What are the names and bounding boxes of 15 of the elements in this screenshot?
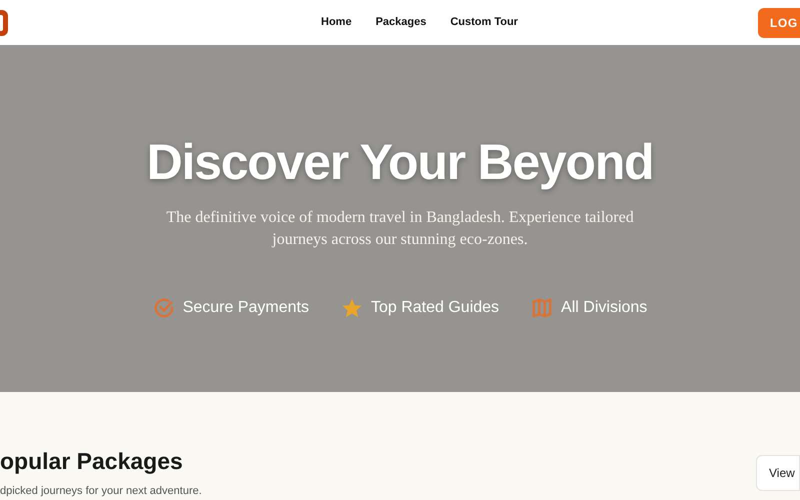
view-button[interactable]: View (756, 455, 800, 491)
map-icon (531, 297, 554, 319)
logo-icon (0, 8, 9, 38)
hero-title: Discover Your Beyond (146, 137, 654, 187)
section-subtitle: dpicked journeys for your next adventure. (0, 484, 202, 499)
nav-link[interactable]: Custom Tour (450, 14, 518, 31)
feature-label: All Divisions (561, 298, 648, 318)
section-title: opular Packages (0, 450, 184, 473)
feature-label: Top Rated Guides (370, 298, 500, 318)
nav-link[interactable]: Home (321, 14, 352, 31)
feature-label: Secure Payments (182, 298, 309, 318)
star-icon (340, 297, 363, 319)
nav-link[interactable]: Packages (376, 14, 426, 31)
hero-subtitle: The definitive voice of modern travel in Bangladesh. Experience tailored journeys across our stunning eco-zones. (165, 208, 635, 250)
check-circle-icon (152, 297, 175, 319)
